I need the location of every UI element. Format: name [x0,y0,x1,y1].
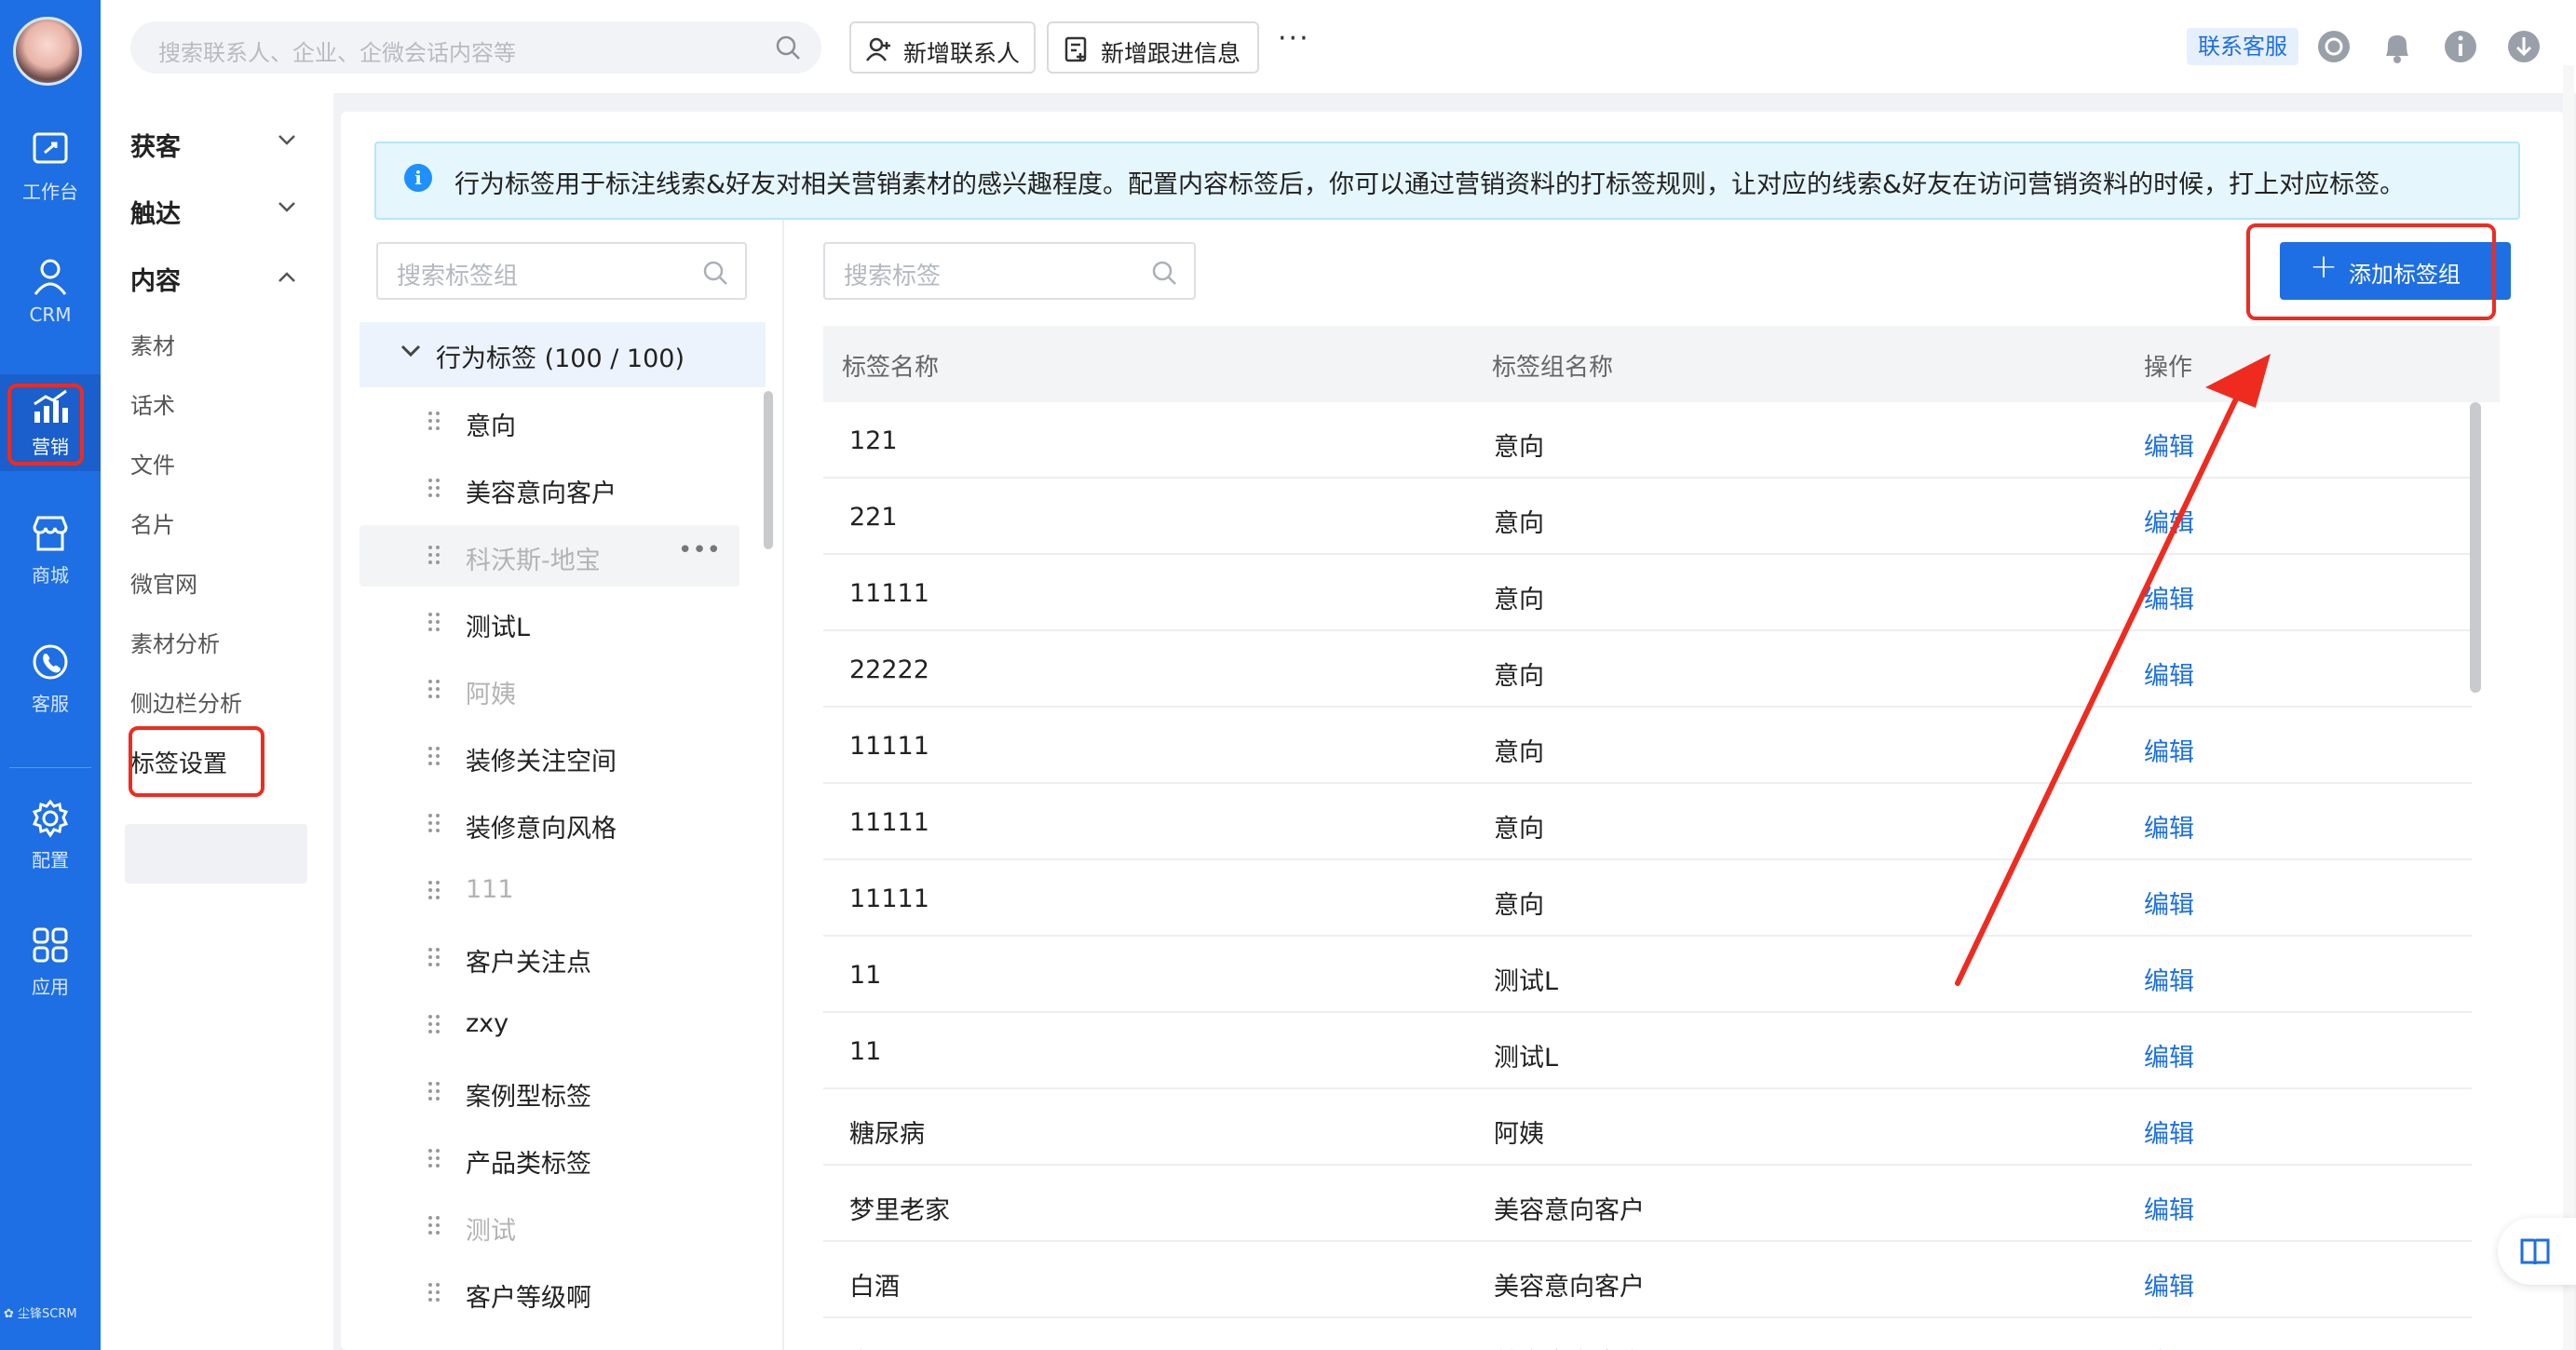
annotation-highlight [7,384,84,466]
rail-label: CRM [29,304,72,326]
rail-item-store[interactable]: 商城 [0,514,101,616]
headset-icon[interactable] [2315,28,2352,65]
subnav-item-material-analysis[interactable]: 素材分析 [130,626,220,658]
brand-logo: ✿ 尘锋SCRM [4,1307,77,1321]
new-followup-label: 新增跟进信息 [1101,40,1241,67]
section-content[interactable]: 内容 [130,261,181,297]
top-header: 搜索联系人、企业、企微会话内容等 新增联系人 新增跟进信息 ··· 联系客服 [101,0,2576,93]
rail-label: 客服 [32,693,69,715]
store-icon [33,516,68,551]
chevron-down-icon[interactable] [278,201,296,214]
rail-divider [9,767,91,768]
subnav-item-script[interactable]: 话术 [130,387,175,420]
new-followup-button[interactable]: 新增跟进信息 [1047,21,1259,74]
book-icon [2520,1238,2550,1265]
subnav-item-microsite[interactable]: 微官网 [130,566,197,599]
search-placeholder: 搜索联系人、企业、企微会话内容等 [158,40,516,66]
apps-grid-icon [33,927,68,963]
subnav-item-card[interactable]: 名片 [130,506,175,539]
rail-item-workbench[interactable]: 工作台 [0,130,101,233]
annotation-arrow [1955,354,2271,986]
info-icon[interactable] [2442,28,2479,65]
annotation-highlight [129,726,264,797]
subnav-active-bg [125,824,307,884]
avatar[interactable] [13,17,82,86]
sub-navigation: 获客 触达 内容 素材 话术 文件 名片 微官网 素材分析 侧边栏分析 标签设置 [101,93,333,1350]
rail-label: 工作台 [22,181,78,203]
rail-label: 商城 [32,564,69,587]
subnav-item-files[interactable]: 文件 [130,447,175,479]
section-acquire[interactable]: 获客 [130,127,181,163]
rail-label: 配置 [32,849,69,871]
gear-icon [32,799,69,838]
page-scrollbar[interactable] [2563,65,2574,1350]
user-icon [34,259,67,295]
more-menu-icon[interactable]: ··· [1278,22,1310,55]
rail-label: 应用 [32,976,69,998]
subnav-item-material[interactable]: 素材 [130,328,175,360]
section-reach[interactable]: 触达 [130,194,181,230]
add-user-icon [866,37,890,61]
bell-icon[interactable] [2379,28,2416,65]
chevron-down-icon[interactable] [278,134,296,147]
help-book-button[interactable] [2498,1218,2576,1285]
new-contact-label: 新增联系人 [903,40,1021,67]
chevron-up-icon[interactable] [278,270,296,283]
subnav-item-sidebar-analysis[interactable]: 侧边栏分析 [130,685,242,718]
note-add-icon [1064,36,1087,62]
rail-item-apps[interactable]: 应用 [0,925,101,1028]
rail-item-crm[interactable]: CRM [0,257,101,359]
new-contact-button[interactable]: 新增联系人 [849,21,1036,74]
download-icon[interactable] [2505,28,2542,65]
phone-icon [33,644,68,680]
rail-item-config[interactable]: 配置 [0,799,101,901]
main-panel: i 行为标签用于标注线索&好友对相关营销素材的感兴趣程度。配置内容标签后，你可以… [341,112,2565,1350]
support-badge[interactable]: 联系客服 [2187,28,2298,65]
search-icon [776,35,800,60]
left-rail: 工作台 CRM 营销 商城 客服 配置 应用 ✿ 尘锋SCRM [0,0,101,1350]
rail-item-service[interactable]: 客服 [0,642,101,745]
workbench-icon [33,132,68,164]
global-search-input[interactable]: 搜索联系人、企业、企微会话内容等 [130,21,821,74]
